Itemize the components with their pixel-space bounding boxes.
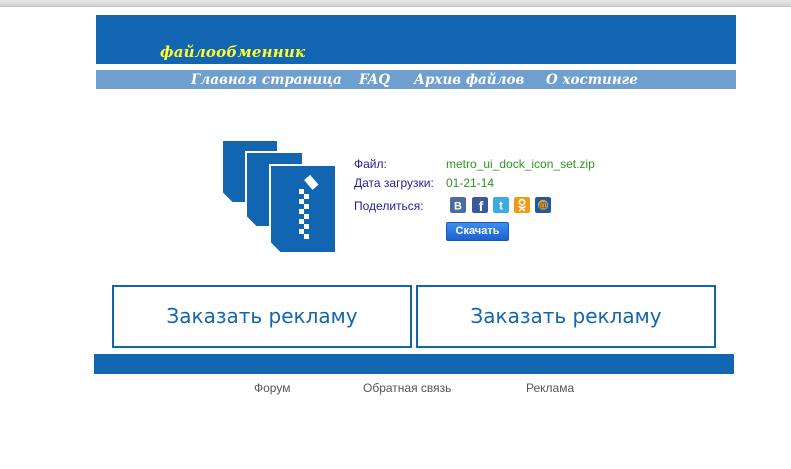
zip-file-icon <box>221 139 337 254</box>
odnoklassniki-icon[interactable] <box>514 197 530 213</box>
facebook-icon[interactable]: f <box>472 197 488 213</box>
file-label: Файл: <box>354 157 387 171</box>
browser-top-line <box>0 0 791 7</box>
nav-item-faq[interactable]: FAQ <box>359 71 390 89</box>
vkontakte-icon[interactable]: B <box>450 197 466 213</box>
footer-link-feedback[interactable]: Обратная связь <box>363 381 451 395</box>
file-name: metro_ui_dock_icon_set.zip <box>446 157 595 171</box>
site-header: файлообменник <box>96 15 736 64</box>
mailru-icon[interactable]: @ <box>535 197 551 213</box>
footer-link-advertising[interactable]: Реклама <box>526 381 574 395</box>
download-button[interactable]: Скачать <box>446 222 509 241</box>
twitter-icon[interactable]: t <box>493 197 509 213</box>
order-ad-box-right[interactable]: Заказать рекламу <box>416 285 716 348</box>
nav-item-about[interactable]: О хостинге <box>546 71 638 89</box>
main-nav: Главная страница FAQ Архив файлов О хост… <box>96 70 736 89</box>
order-ad-box-left[interactable]: Заказать рекламу <box>112 285 412 348</box>
nav-item-home[interactable]: Главная страница <box>191 71 342 89</box>
share-label: Поделиться: <box>354 199 424 213</box>
nav-item-archive[interactable]: Архив файлов <box>414 71 524 89</box>
footer-link-forum[interactable]: Форум <box>254 381 290 395</box>
svg-text:f: f <box>479 198 484 213</box>
footer-bar <box>94 354 734 374</box>
site-logo[interactable]: файлообменник <box>160 43 305 61</box>
svg-text:B: B <box>454 201 462 213</box>
svg-text:t: t <box>499 199 503 213</box>
page: файлообменник Главная страница FAQ Архив… <box>0 0 791 469</box>
date-value: 01-21-14 <box>446 176 495 190</box>
svg-text:@: @ <box>538 200 547 211</box>
date-label: Дата загрузки: <box>354 176 434 190</box>
